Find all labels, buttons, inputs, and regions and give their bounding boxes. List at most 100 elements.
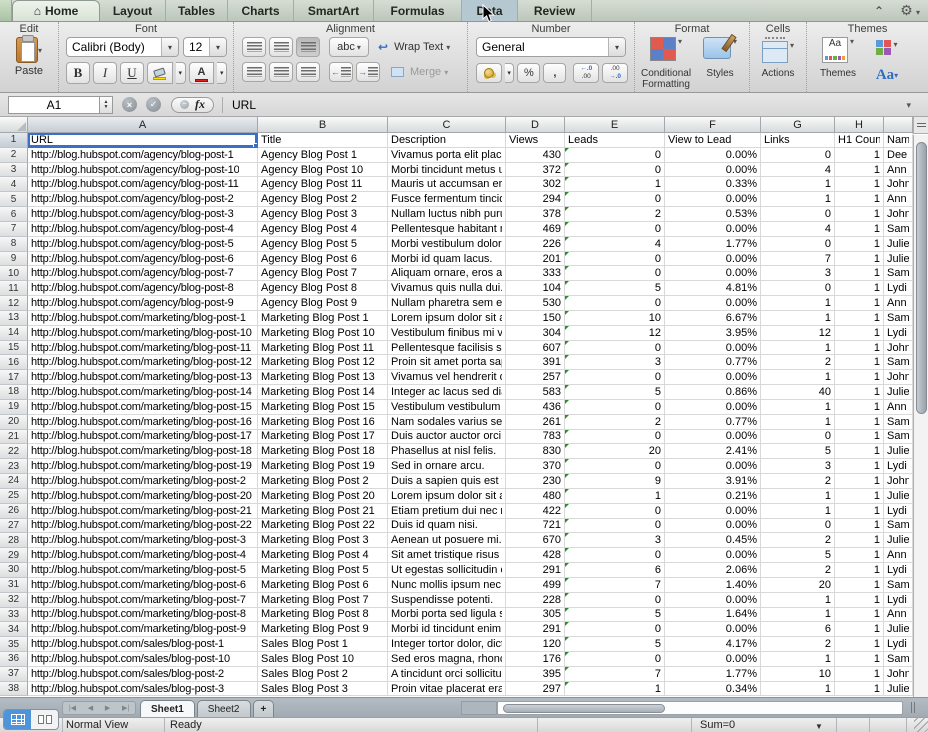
cell-D21[interactable]: 783: [506, 430, 565, 445]
cell-A17[interactable]: http://blog.hubspot.com/marketing/blog-p…: [28, 370, 258, 385]
cell-C8[interactable]: Morbi vestibulum dolor: [388, 237, 506, 252]
cell-C20[interactable]: Nam sodales varius ser: [388, 415, 506, 430]
ribbon-settings-button[interactable]: ⚙ ▾: [900, 2, 920, 19]
cell-A37[interactable]: http://blog.hubspot.com/sales/blog-post-…: [28, 667, 258, 682]
fill-color-button[interactable]: [147, 62, 173, 84]
cell-A19[interactable]: http://blog.hubspot.com/marketing/blog-p…: [28, 400, 258, 415]
cell-I30[interactable]: Lydi: [884, 563, 913, 578]
column-header-D[interactable]: D: [506, 117, 565, 133]
cell-B18[interactable]: Marketing Blog Post 14: [258, 385, 388, 400]
cell-I11[interactable]: Lydi: [884, 281, 913, 296]
cell-C32[interactable]: Suspendisse potenti.: [388, 593, 506, 608]
cell-F22[interactable]: 2.41%: [665, 444, 761, 459]
cell-F38[interactable]: 0.34%: [665, 682, 761, 697]
cell-D17[interactable]: 257: [506, 370, 565, 385]
percent-format-button[interactable]: %: [517, 63, 540, 83]
cell-B38[interactable]: Sales Blog Post 3: [258, 682, 388, 697]
cell-D23[interactable]: 370: [506, 459, 565, 474]
cell-D3[interactable]: 372: [506, 163, 565, 178]
row-header-6[interactable]: 6: [0, 207, 28, 222]
cell-I5[interactable]: Ann: [884, 192, 913, 207]
cell-G14[interactable]: 12: [761, 326, 835, 341]
cell-E11[interactable]: 5: [565, 281, 665, 296]
cell-E33[interactable]: 5: [565, 608, 665, 623]
cell-E25[interactable]: 1: [565, 489, 665, 504]
cell-A31[interactable]: http://blog.hubspot.com/marketing/blog-p…: [28, 578, 258, 593]
cell-A6[interactable]: http://blog.hubspot.com/agency/blog-post…: [28, 207, 258, 222]
conditional-formatting-button[interactable]: ▾ ConditionalFormatting: [641, 37, 691, 92]
column-header-B[interactable]: B: [258, 117, 388, 133]
column-header-partial[interactable]: [884, 117, 913, 133]
cell-F2[interactable]: 0.00%: [665, 148, 761, 163]
sum-indicator[interactable]: Sum=0: [700, 719, 735, 731]
cell-G32[interactable]: 1: [761, 593, 835, 608]
cell-F11[interactable]: 4.81%: [665, 281, 761, 296]
cell-E3[interactable]: 0: [565, 163, 665, 178]
paste-button[interactable]: ▾ Paste: [0, 37, 58, 77]
cell-A2[interactable]: http://blog.hubspot.com/agency/blog-post…: [28, 148, 258, 163]
bold-button[interactable]: B: [66, 62, 90, 84]
cell-H1[interactable]: H1 Count: [835, 133, 884, 148]
cell-D35[interactable]: 120: [506, 637, 565, 652]
cell-A15[interactable]: http://blog.hubspot.com/marketing/blog-p…: [28, 341, 258, 356]
tab-formulas[interactable]: Formulas: [374, 0, 462, 21]
cell-C18[interactable]: Integer ac lacus sed dia: [388, 385, 506, 400]
cell-C13[interactable]: Lorem ipsum dolor sit a: [388, 311, 506, 326]
cell-I16[interactable]: Sam: [884, 355, 913, 370]
cell-F32[interactable]: 0.00%: [665, 593, 761, 608]
row-header-22[interactable]: 22: [0, 444, 28, 459]
tab-home[interactable]: ⌂ Home: [12, 0, 100, 21]
cell-A30[interactable]: http://blog.hubspot.com/marketing/blog-p…: [28, 563, 258, 578]
cell-B27[interactable]: Marketing Blog Post 22: [258, 519, 388, 534]
cell-I36[interactable]: Sam: [884, 652, 913, 667]
cell-G20[interactable]: 1: [761, 415, 835, 430]
row-header-36[interactable]: 36: [0, 652, 28, 667]
cell-A10[interactable]: http://blog.hubspot.com/agency/blog-post…: [28, 266, 258, 281]
cell-E14[interactable]: 12: [565, 326, 665, 341]
cell-D24[interactable]: 230: [506, 474, 565, 489]
cell-H31[interactable]: 1: [835, 578, 884, 593]
cell-A21[interactable]: http://blog.hubspot.com/marketing/blog-p…: [28, 430, 258, 445]
font-size-select[interactable]: 12▾: [183, 37, 227, 57]
cell-C6[interactable]: Nullam luctus nibh puru: [388, 207, 506, 222]
cell-F7[interactable]: 0.00%: [665, 222, 761, 237]
cell-B30[interactable]: Marketing Blog Post 5: [258, 563, 388, 578]
row-header-1[interactable]: 1: [0, 133, 28, 148]
cell-I33[interactable]: Ann: [884, 608, 913, 623]
row-header-30[interactable]: 30: [0, 563, 28, 578]
cell-I1[interactable]: Name: [884, 133, 913, 148]
row-header-4[interactable]: 4: [0, 177, 28, 192]
row-header-8[interactable]: 8: [0, 237, 28, 252]
cell-G35[interactable]: 2: [761, 637, 835, 652]
align-middle-button[interactable]: [269, 37, 293, 57]
tab-layout[interactable]: Layout: [100, 0, 166, 21]
cell-H7[interactable]: 1: [835, 222, 884, 237]
cell-A25[interactable]: http://blog.hubspot.com/marketing/blog-p…: [28, 489, 258, 504]
row-header-24[interactable]: 24: [0, 474, 28, 489]
cell-F27[interactable]: 0.00%: [665, 519, 761, 534]
vertical-scrollbar[interactable]: [913, 135, 928, 697]
cell-C34[interactable]: Morbi id tincidunt enim.: [388, 622, 506, 637]
cell-C27[interactable]: Duis id quam nisi.: [388, 519, 506, 534]
cell-I2[interactable]: Dee: [884, 148, 913, 163]
cell-A3[interactable]: http://blog.hubspot.com/agency/blog-post…: [28, 163, 258, 178]
sheet-tab-sheet2[interactable]: Sheet2: [197, 700, 251, 717]
cell-H29[interactable]: 1: [835, 548, 884, 563]
cell-B9[interactable]: Agency Blog Post 6: [258, 252, 388, 267]
cell-I6[interactable]: John: [884, 207, 913, 222]
cell-G4[interactable]: 1: [761, 177, 835, 192]
cell-E35[interactable]: 5: [565, 637, 665, 652]
cell-I14[interactable]: Lydi: [884, 326, 913, 341]
actions-button[interactable]: ▾ Actions: [754, 37, 802, 79]
cell-E8[interactable]: 4: [565, 237, 665, 252]
cell-F10[interactable]: 0.00%: [665, 266, 761, 281]
cell-B34[interactable]: Marketing Blog Post 9: [258, 622, 388, 637]
cell-F34[interactable]: 0.00%: [665, 622, 761, 637]
cell-H25[interactable]: 1: [835, 489, 884, 504]
cell-D37[interactable]: 395: [506, 667, 565, 682]
underline-button[interactable]: U: [120, 62, 144, 84]
cell-I24[interactable]: John: [884, 474, 913, 489]
cell-G33[interactable]: 1: [761, 608, 835, 623]
cell-E32[interactable]: 0: [565, 593, 665, 608]
cell-I29[interactable]: Ann: [884, 548, 913, 563]
